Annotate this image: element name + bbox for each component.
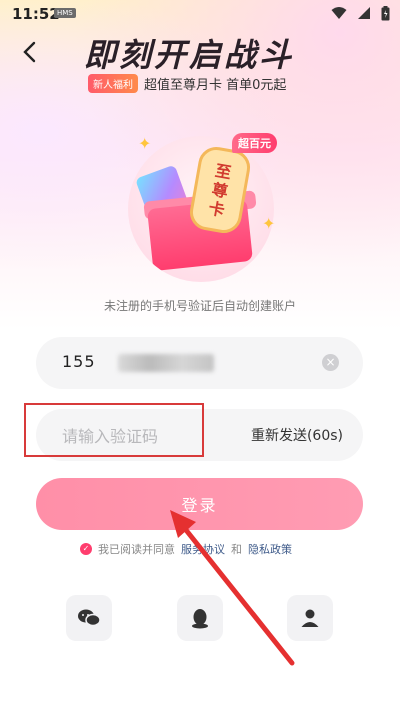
agreement-checkbox[interactable]: ✓: [80, 543, 92, 555]
status-time: 11:52: [12, 5, 60, 23]
page-title: 即刻开启战斗: [84, 36, 295, 74]
privacy-policy-link[interactable]: 隐私政策: [248, 541, 292, 557]
chevron-left-icon: [23, 41, 36, 63]
wechat-icon: [78, 609, 101, 627]
back-button[interactable]: [16, 38, 44, 66]
phone-value: 155: [62, 352, 96, 371]
annotation-highlight-box: [24, 403, 204, 457]
agreement-and: 和: [231, 543, 242, 556]
phone-field[interactable]: 155 ×: [36, 337, 363, 389]
status-bar: 11:52 HMS: [0, 0, 400, 28]
clear-button[interactable]: ×: [322, 354, 339, 371]
qq-login-button[interactable]: [177, 595, 223, 641]
promo-subtitle: 超值至尊月卡 首单0元起: [144, 78, 287, 93]
hms-badge: HMS: [54, 8, 76, 18]
login-button[interactable]: 登录: [36, 478, 363, 530]
user-login-button[interactable]: [287, 595, 333, 641]
scroll-char: 卡: [207, 197, 227, 220]
agreement-row: ✓ 我已阅读并同意 服务协议 和 隐私政策: [80, 541, 292, 557]
close-icon: ×: [325, 355, 336, 369]
battery-icon: [381, 6, 390, 21]
sparkle-icon: ✦: [138, 134, 152, 153]
status-icons: [331, 6, 390, 21]
promo-row: 新人福利 超值至尊月卡 首单0元起: [88, 74, 286, 93]
newbie-badge: 新人福利: [88, 74, 138, 93]
agreement-prefix: 我已阅读并同意: [98, 543, 175, 556]
register-hint: 未注册的手机号验证后自动创建账户: [103, 299, 296, 313]
sparkle-icon: ✦: [262, 214, 276, 233]
user-icon: [301, 609, 319, 627]
phone-blur: [118, 354, 214, 372]
wechat-login-button[interactable]: [66, 595, 112, 641]
hero-chip: 超百元: [232, 133, 277, 153]
hero-illustration: 至 尊 卡: [128, 136, 274, 282]
service-agreement-link[interactable]: 服务协议: [181, 541, 225, 557]
wifi-icon: [331, 7, 347, 19]
resend-code-button[interactable]: 重新发送(60s): [251, 425, 343, 445]
signal-icon: [358, 7, 370, 19]
qq-icon: [192, 609, 208, 629]
